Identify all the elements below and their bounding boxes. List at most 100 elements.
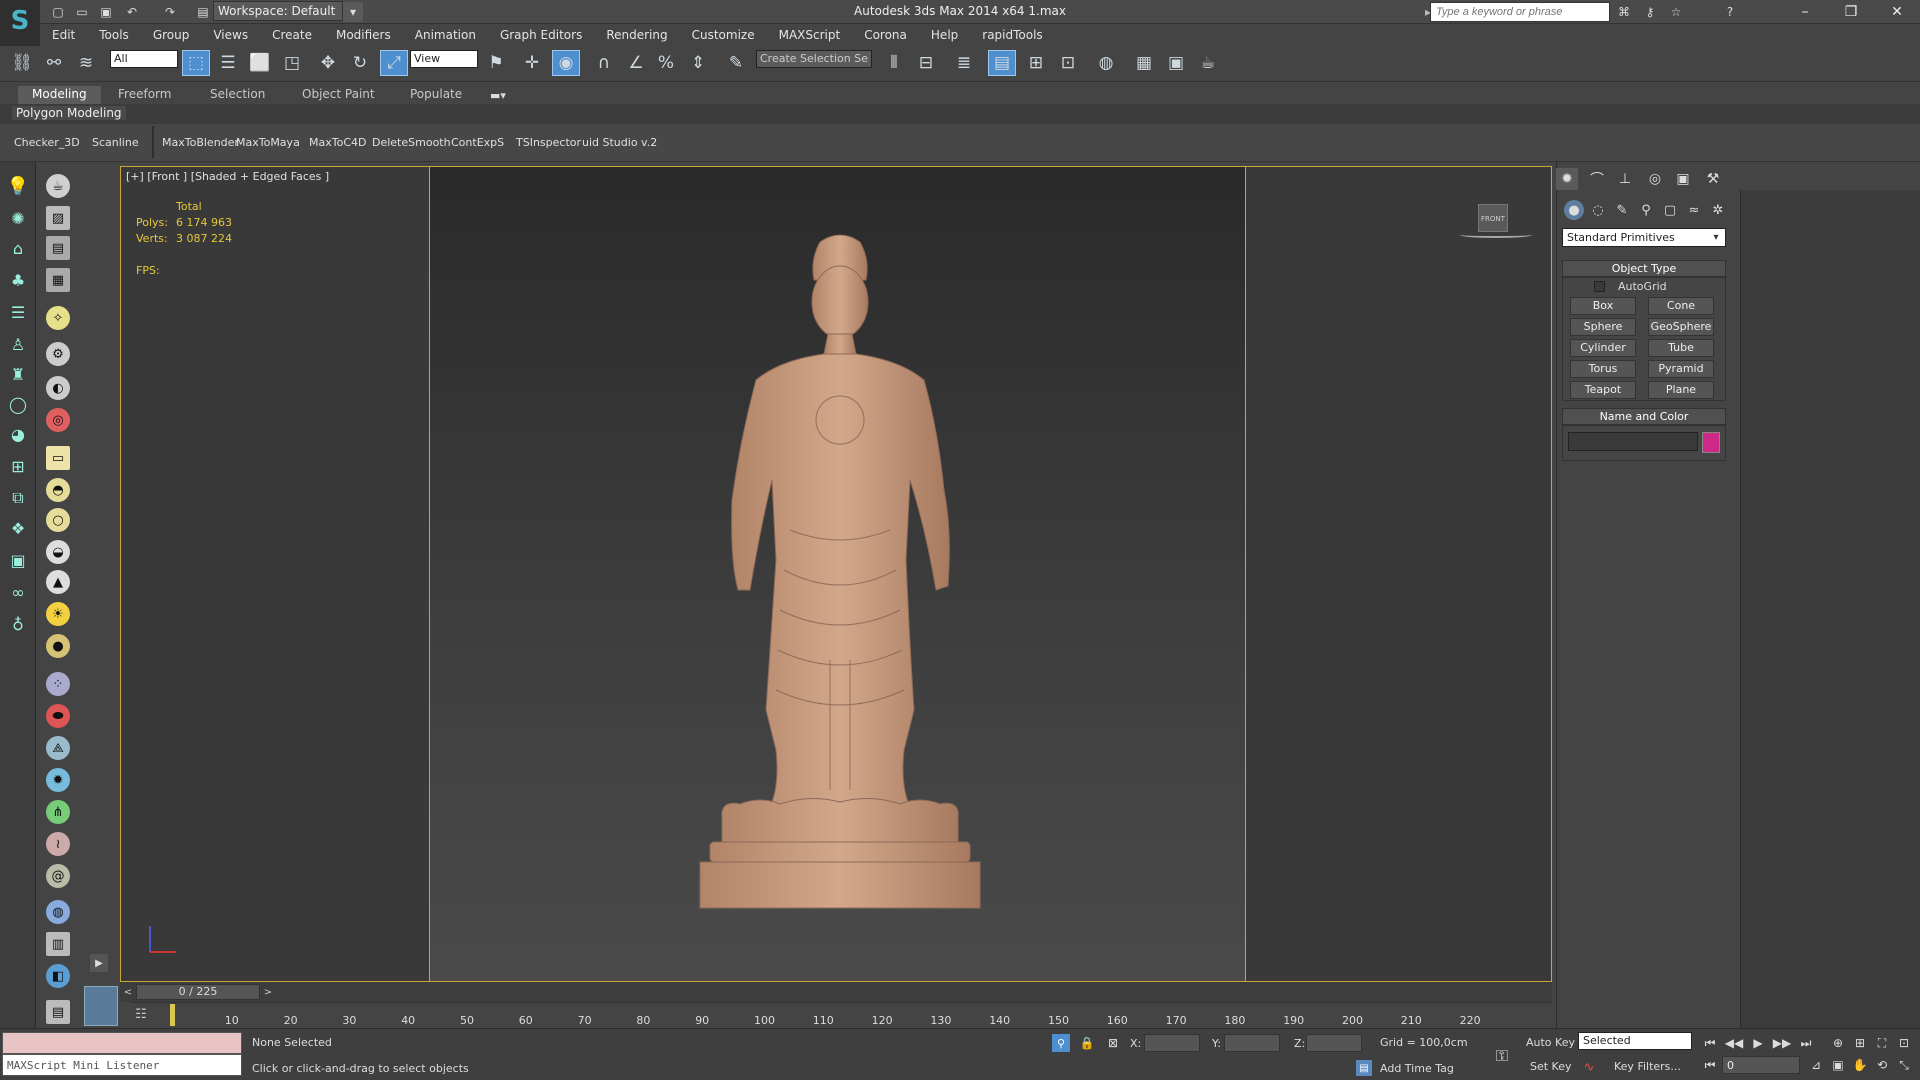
add-time-tag[interactable]: Add Time Tag	[1380, 1062, 1454, 1075]
cameras-category-icon[interactable]: ⚲	[1636, 200, 1656, 220]
uv-icon[interactable]: ▥	[46, 932, 70, 956]
z-coordinate-field[interactable]	[1306, 1034, 1362, 1052]
script-button-maxtoblender[interactable]: MaxToBlender	[162, 136, 239, 149]
menu-modifiers[interactable]: Modifiers	[324, 25, 403, 45]
minimize-icon[interactable]: –	[1782, 0, 1828, 24]
time-slider-track[interactable]	[120, 982, 1552, 1002]
key-icon[interactable]: ⚷	[1640, 2, 1660, 22]
panel-icon[interactable]: ▣	[6, 548, 30, 572]
menu-edit[interactable]: Edit	[40, 25, 87, 45]
select-by-name-icon[interactable]: ☰	[214, 50, 242, 76]
open-file-icon[interactable]: ▭	[72, 2, 92, 22]
maxscript-listener-output[interactable]	[2, 1032, 242, 1054]
key-mode-toggle-icon[interactable]: ⏮	[1700, 1056, 1720, 1074]
sun-icon[interactable]: ✺	[6, 206, 30, 230]
key-filters-button[interactable]: Key Filters...	[1614, 1060, 1681, 1073]
plane-button[interactable]: Plane	[1648, 381, 1714, 399]
align-icon[interactable]: ⊟	[912, 50, 940, 76]
object-name-field[interactable]	[1568, 432, 1698, 451]
time-slider[interactable]: 0 / 225	[136, 984, 260, 1000]
save-file-icon[interactable]: ▣	[96, 2, 116, 22]
orbit-icon[interactable]: ⟲	[1872, 1056, 1892, 1074]
menu-views[interactable]: Views	[201, 25, 260, 45]
tab-object-paint[interactable]: Object Paint	[288, 86, 389, 104]
object-color-swatch[interactable]	[1702, 432, 1720, 453]
time-tag-icon[interactable]: ▤	[1356, 1060, 1372, 1076]
gear-icon[interactable]: ✹	[46, 768, 70, 792]
select-manipulate-icon[interactable]: ✛	[518, 50, 546, 76]
tree-icon[interactable]: ♣	[6, 268, 30, 292]
rotate-icon[interactable]: ↻	[346, 50, 374, 76]
play-icon[interactable]: ▶	[1748, 1034, 1768, 1052]
new-file-icon[interactable]: ▢	[48, 2, 68, 22]
table-icon[interactable]: ▦	[46, 268, 70, 292]
bulb-outline-icon[interactable]: ♁	[6, 612, 30, 636]
layer-manager-icon[interactable]: ≣	[950, 50, 978, 76]
previous-key-icon[interactable]: ◀◀	[1724, 1034, 1744, 1052]
bind-spacewarp-icon[interactable]: ≋	[72, 50, 100, 76]
cloth-icon[interactable]: ⟁	[46, 736, 70, 760]
rendered-frame-window-icon[interactable]: ▣	[1162, 50, 1190, 76]
current-frame-field[interactable]: 0	[1722, 1056, 1800, 1074]
edit-named-selection-icon[interactable]: ✎	[722, 50, 750, 76]
lights-category-icon[interactable]: ✎	[1612, 200, 1632, 220]
window-crossing-icon[interactable]: ◳	[278, 50, 306, 76]
light-icon[interactable]: ✧	[46, 306, 70, 330]
undo-icon[interactable]: ↶	[122, 2, 142, 22]
app-logo-icon[interactable]: S	[0, 0, 40, 46]
tab-freeform[interactable]: Freeform	[104, 86, 185, 104]
sunlight-icon[interactable]: ☀	[46, 602, 70, 626]
camera-rig-icon[interactable]: ⚙	[46, 342, 70, 366]
auto-key-button[interactable]: Auto Key	[1526, 1036, 1575, 1049]
workspace-dropdown[interactable]: Workspace: Default	[213, 1, 343, 21]
viewport-config-button[interactable]	[84, 986, 118, 1026]
dome-icon[interactable]: ◓	[46, 478, 70, 502]
teapot-icon[interactable]: ☕	[46, 174, 70, 198]
hair-icon[interactable]: ≀	[46, 832, 70, 856]
chevron-down-icon[interactable]: ▾	[343, 2, 363, 22]
script-button-checker[interactable]: Checker_3D	[14, 136, 80, 149]
toggle-icon[interactable]: ◧	[46, 964, 70, 988]
key-mode-dropdown[interactable]: Selected	[1578, 1032, 1692, 1050]
plane-icon[interactable]: ▭	[46, 446, 70, 470]
snaps-toggle-icon[interactable]: ∩	[590, 50, 618, 76]
script-button-deletesmooth[interactable]: DeleteSmooth	[372, 136, 451, 149]
zoom-all-icon[interactable]: ⊞	[1850, 1034, 1870, 1052]
rectangular-selection-icon[interactable]: ⬜	[246, 50, 274, 76]
viewport-label[interactable]: [+] [Front ] [Shaded + Edged Faces ]	[126, 170, 329, 183]
go-to-start-icon[interactable]: ⏮	[1700, 1034, 1720, 1052]
headphone-icon[interactable]: ◐	[46, 376, 70, 400]
viewcube-compass[interactable]	[1460, 232, 1532, 238]
spotlight-icon[interactable]: ◒	[46, 540, 70, 564]
script-button-contexps[interactable]: ContExpS	[451, 136, 504, 149]
menu-corona[interactable]: Corona	[852, 25, 919, 45]
script-button-studio[interactable]: uid Studio v.2	[582, 136, 657, 149]
script-button-maxtoc4d[interactable]: MaxToC4D	[309, 136, 366, 149]
shell-icon[interactable]: @	[46, 864, 70, 888]
previous-frame-icon[interactable]: <	[120, 984, 136, 1000]
autogrid-checkbox[interactable]	[1594, 281, 1605, 292]
key-icon[interactable]: ⚿	[1488, 1044, 1516, 1068]
hierarchy-tab-icon[interactable]: ⊥	[1614, 168, 1636, 190]
helpers-category-icon[interactable]: ▢	[1660, 200, 1680, 220]
spacewarps-category-icon[interactable]: ≈	[1684, 200, 1704, 220]
scale-icon[interactable]: ⤢	[380, 50, 408, 76]
menu-rapidtools[interactable]: rapidTools	[970, 25, 1054, 45]
ring-icon[interactable]: ◯	[6, 392, 30, 416]
zoom-icon[interactable]: ⊕	[1828, 1034, 1848, 1052]
script-button-maxtomaya[interactable]: MaxToMaya	[236, 136, 300, 149]
geometry-category-icon[interactable]: ●	[1564, 200, 1584, 220]
utilities-tab-icon[interactable]: ⚒	[1702, 168, 1724, 190]
isolate-selection-icon[interactable]: ⚲	[1052, 1034, 1070, 1052]
image-icon[interactable]: ▨	[46, 206, 70, 230]
reference-coordinate-dropdown[interactable]: View	[410, 50, 478, 68]
lamp-icon[interactable]: ♜	[6, 362, 30, 386]
motion-tab-icon[interactable]: ◎	[1644, 168, 1666, 190]
object-type-rollout[interactable]: Object Type	[1562, 260, 1726, 277]
name-color-rollout[interactable]: Name and Color	[1562, 408, 1726, 425]
render-setup-icon[interactable]: ▦	[1130, 50, 1158, 76]
curve-editor-mini-icon[interactable]: ☷	[130, 1004, 152, 1024]
zoom-extents-all-icon[interactable]: ⊡	[1894, 1034, 1914, 1052]
document-icon[interactable]: ▤	[46, 236, 70, 260]
scene-explorer-icon[interactable]: ▤	[988, 50, 1016, 76]
